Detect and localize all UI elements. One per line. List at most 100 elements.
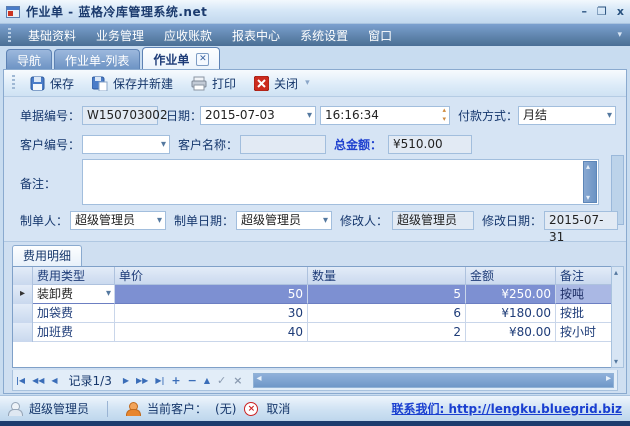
- menu-business[interactable]: 业务管理: [87, 25, 153, 46]
- close-form-button[interactable]: 关闭: [247, 73, 305, 94]
- table-row[interactable]: 加班费 40 2 ¥80.00 按小时: [13, 323, 615, 342]
- current-customer-label: 当前客户：: [147, 400, 207, 417]
- grid-empty-area: [13, 342, 615, 368]
- total-amount-field[interactable]: ¥510.00: [388, 135, 472, 154]
- tab-fee-detail[interactable]: 费用明细: [12, 245, 82, 266]
- cell-fee-type[interactable]: 加袋费: [33, 304, 115, 323]
- record-navigator: |◀ ◀◀ ◀ 记录1/3 ▶ ▶▶ ▶| + − ▲ ✓ ×: [12, 370, 618, 391]
- tab-workorder-list-label: 作业单-列表: [65, 52, 129, 69]
- grid-vertical-scrollbar[interactable]: [611, 266, 624, 368]
- remark-label: 备注：: [20, 175, 56, 193]
- menu-basic-data[interactable]: 基础资料: [19, 25, 85, 46]
- customer-name-field[interactable]: [240, 135, 326, 154]
- toolbar-grip: [12, 75, 15, 91]
- menu-receivables[interactable]: 应收账款: [155, 25, 221, 46]
- col-amount[interactable]: 金额: [466, 267, 556, 285]
- cancel-customer-icon[interactable]: ×: [244, 402, 258, 416]
- nav-append-icon[interactable]: +: [171, 374, 180, 387]
- tab-workorder-list[interactable]: 作业单-列表: [54, 49, 140, 70]
- date-picker[interactable]: 2015-07-03: [200, 106, 316, 125]
- tab-workorder[interactable]: 作业单 ✕: [142, 47, 220, 70]
- fee-grid: 费用类型 单价 数量 金额 备注 ▸ 装卸费 50 5 ¥250.00 按吨 加…: [12, 266, 616, 368]
- col-quantity[interactable]: 数量: [308, 267, 466, 285]
- modifier-label: 修改人：: [340, 212, 388, 230]
- nav-post-icon[interactable]: ✓: [217, 374, 226, 387]
- create-date-label: 制单日期：: [174, 212, 234, 230]
- print-label: 打印: [212, 75, 236, 92]
- nav-next-page-icon[interactable]: ▶▶: [136, 376, 148, 385]
- nav-first-icon[interactable]: |◀: [16, 376, 25, 385]
- printer-icon: [191, 76, 207, 91]
- payment-label: 付款方式：: [458, 107, 518, 125]
- creator-select[interactable]: 超级管理员: [70, 211, 166, 230]
- nav-last-icon[interactable]: ▶|: [155, 376, 164, 385]
- menu-reports[interactable]: 报表中心: [223, 25, 289, 46]
- row-marker: [13, 323, 33, 342]
- nav-prev-page-icon[interactable]: ◀◀: [32, 376, 44, 385]
- table-row[interactable]: ▸ 装卸费 50 5 ¥250.00 按吨: [13, 285, 615, 304]
- save-and-new-button[interactable]: 保存并新建: [85, 73, 180, 94]
- cell-fee-type[interactable]: 装卸费: [33, 285, 115, 304]
- date-label: 日期：: [166, 107, 202, 125]
- minimize-button[interactable]: –: [582, 5, 588, 19]
- doc-no-field[interactable]: W150703002: [82, 106, 158, 125]
- close-form-label: 关闭: [274, 75, 298, 92]
- document-tabstrip: 导航 作业单-列表 作业单 ✕: [0, 46, 630, 70]
- customer-no-label: 客户编号：: [20, 136, 80, 154]
- col-unit-price[interactable]: 单价: [115, 267, 308, 285]
- menu-window[interactable]: 窗口: [359, 25, 401, 46]
- time-spinner[interactable]: 16:16:34: [320, 106, 450, 125]
- tab-navigation[interactable]: 导航: [6, 49, 52, 70]
- nav-prev-icon[interactable]: ◀: [51, 376, 57, 385]
- cell-amount[interactable]: ¥250.00: [466, 285, 556, 304]
- menu-settings[interactable]: 系统设置: [291, 25, 357, 46]
- tab-navigation-label: 导航: [17, 52, 41, 69]
- cell-unit-price[interactable]: 30: [115, 304, 308, 323]
- cell-quantity[interactable]: 5: [308, 285, 466, 304]
- cancel-customer-label[interactable]: 取消: [266, 400, 290, 417]
- workorder-form: 单据编号： W150703002 日期： 2015-07-03 16:16:34…: [4, 97, 626, 241]
- cell-note[interactable]: 按吨: [556, 285, 616, 304]
- menu-overflow-icon[interactable]: ▾: [617, 30, 622, 40]
- cell-unit-price[interactable]: 40: [115, 323, 308, 342]
- cell-note[interactable]: 按批: [556, 304, 616, 323]
- fee-detail-panel: 费用明细 费用类型 单价 数量 金额 备注 ▸ 装卸费 50 5 ¥250.00…: [4, 241, 626, 393]
- doc-no-label: 单据编号：: [20, 107, 80, 125]
- modify-date-field[interactable]: 2015-07-31: [544, 211, 618, 230]
- table-row[interactable]: 加袋费 30 6 ¥180.00 按批: [13, 304, 615, 323]
- modifier-field[interactable]: 超级管理员: [392, 211, 474, 230]
- cell-fee-type[interactable]: 加班费: [33, 323, 115, 342]
- payment-select[interactable]: 月结: [518, 106, 616, 125]
- row-marker: ▸: [13, 285, 33, 304]
- user-icon: [8, 402, 21, 416]
- save-button[interactable]: 保存: [23, 73, 81, 94]
- col-note[interactable]: 备注: [556, 267, 616, 285]
- cell-amount[interactable]: ¥180.00: [466, 304, 556, 323]
- nav-edit-icon[interactable]: ▲: [204, 376, 210, 385]
- tab-close-icon[interactable]: ✕: [196, 53, 209, 66]
- grid-horizontal-scrollbar[interactable]: [253, 373, 614, 388]
- customer-no-select[interactable]: [82, 135, 170, 154]
- cell-amount[interactable]: ¥80.00: [466, 323, 556, 342]
- contact-link[interactable]: 联系我们: http://lengku.bluegrid.biz: [392, 400, 622, 417]
- create-date-select[interactable]: 超级管理员: [236, 211, 332, 230]
- print-button[interactable]: 打印: [184, 73, 243, 94]
- status-user: 超级管理员: [29, 400, 89, 417]
- creator-label: 制单人：: [20, 212, 68, 230]
- close-dropdown-icon[interactable]: ▾: [305, 78, 310, 88]
- nav-delete-icon[interactable]: −: [188, 374, 197, 387]
- remark-scrollbar[interactable]: [583, 161, 597, 203]
- cell-quantity[interactable]: 2: [308, 323, 466, 342]
- nav-next-icon[interactable]: ▶: [123, 376, 129, 385]
- nav-cancel-icon[interactable]: ×: [233, 374, 242, 387]
- remark-textarea[interactable]: [82, 159, 599, 205]
- cell-note[interactable]: 按小时: [556, 323, 616, 342]
- maximize-button[interactable]: ❐: [597, 5, 607, 19]
- floppy-new-icon: [92, 76, 108, 91]
- cell-quantity[interactable]: 6: [308, 304, 466, 323]
- tab-workorder-label: 作业单: [153, 51, 189, 68]
- customer-name-label: 客户名称：: [178, 136, 238, 154]
- col-fee-type[interactable]: 费用类型: [33, 267, 115, 285]
- close-button[interactable]: x: [617, 5, 624, 19]
- cell-unit-price[interactable]: 50: [115, 285, 308, 304]
